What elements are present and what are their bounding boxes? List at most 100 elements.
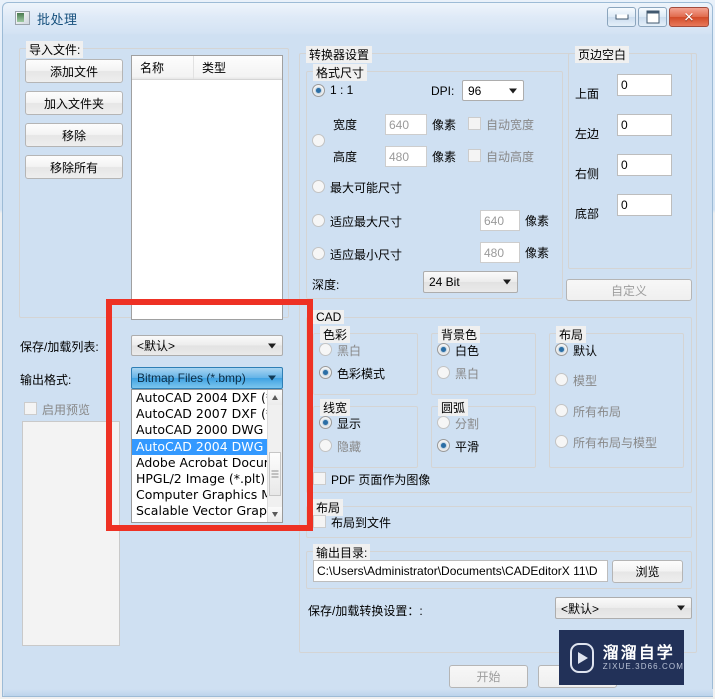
remove-all-button[interactable]: 移除所有 xyxy=(25,155,123,179)
arc-split-radio[interactable] xyxy=(437,416,450,429)
start-button[interactable]: 开始 xyxy=(449,665,528,688)
linewidth-hide-label: 隐藏 xyxy=(337,440,362,454)
ratio-1-1-label: 1 : 1 xyxy=(330,83,354,97)
cad-background-group: 背景色 xyxy=(431,326,536,395)
window-controls: ✕ xyxy=(607,7,709,27)
chevron-down-icon xyxy=(677,605,685,611)
max-possible-size-radio[interactable] xyxy=(312,180,325,193)
depth-combo[interactable]: 24 Bit xyxy=(423,271,518,293)
browse-button[interactable]: 浏览 xyxy=(612,560,683,583)
pdf-page-as-image-checkbox[interactable] xyxy=(313,472,326,485)
watermark: 溜溜自学 ZIXUE.3D66.COM xyxy=(559,630,684,685)
fit-max-size-input[interactable]: 640 xyxy=(480,210,520,231)
background-white-label: 白色 xyxy=(455,344,480,358)
fit-max-size-radio[interactable] xyxy=(312,214,325,227)
converter-settings-legend: 转换器设置 xyxy=(306,46,373,63)
app-icon xyxy=(15,11,30,25)
background-white-radio[interactable] xyxy=(437,343,450,356)
margin-bottom-input[interactable]: 0 xyxy=(617,194,672,216)
margin-top-input[interactable]: 0 xyxy=(617,74,672,96)
file-list[interactable]: 名称 类型 xyxy=(131,55,283,320)
layout-all-and-model-label: 所有布局与模型 xyxy=(573,436,658,450)
color-mode-label: 色彩模式 xyxy=(337,367,386,381)
save-load-settings-combo[interactable]: <默认> xyxy=(555,597,692,619)
dropdown-option[interactable]: Computer Graphics Met xyxy=(132,487,282,503)
scroll-up-icon[interactable] xyxy=(268,390,282,405)
linewidth-hide-radio[interactable] xyxy=(319,439,332,452)
column-header-type[interactable]: 类型 xyxy=(194,56,282,79)
auto-width-label: 自动宽度 xyxy=(486,118,535,132)
fit-min-size-radio[interactable] xyxy=(312,247,325,260)
ratio-1-1-radio[interactable] xyxy=(312,84,325,97)
height-label: 高度 xyxy=(333,150,358,164)
dropdown-option[interactable]: HPGL/2 Image (*.plt) xyxy=(132,471,282,487)
save-load-list-label: 保存/加载列表: xyxy=(20,340,99,354)
dropdown-option[interactable]: Scalable Vector Graphics xyxy=(132,503,282,519)
layout-default-label: 默认 xyxy=(573,344,598,358)
auto-height-checkbox[interactable] xyxy=(468,149,481,162)
watermark-url: ZIXUE.3D66.COM xyxy=(602,661,684,671)
output-directory-legend: 输出目录: xyxy=(313,544,371,561)
width-input[interactable]: 640 xyxy=(385,114,427,135)
height-input[interactable]: 480 xyxy=(385,146,427,167)
cad-color-group: 色彩 xyxy=(313,326,418,395)
margin-right-input[interactable]: 0 xyxy=(617,154,672,176)
layout-model-label: 模型 xyxy=(573,374,598,388)
linewidth-show-radio[interactable] xyxy=(319,416,332,429)
custom-button[interactable]: 自定义 xyxy=(566,279,692,301)
close-button[interactable]: ✕ xyxy=(669,7,709,27)
remove-button[interactable]: 移除 xyxy=(25,123,123,147)
dpi-value: 96 xyxy=(468,83,482,98)
pdf-page-as-image-label: PDF 页面作为图像 xyxy=(331,473,431,487)
layout-all-and-model-radio[interactable] xyxy=(555,435,568,448)
margin-left-input[interactable]: 0 xyxy=(617,114,672,136)
enable-preview-checkbox[interactable] xyxy=(24,402,37,415)
margin-right-label: 右侧 xyxy=(575,167,600,181)
fit-min-size-input[interactable]: 480 xyxy=(480,242,520,263)
window-title: 批处理 xyxy=(37,12,78,27)
cad-arc-legend: 圆弧 xyxy=(438,399,469,416)
custom-size-radio[interactable] xyxy=(312,134,325,147)
linewidth-show-label: 显示 xyxy=(337,417,362,431)
layout-default-radio[interactable] xyxy=(555,343,568,356)
auto-width-checkbox[interactable] xyxy=(468,117,481,130)
output-directory-input[interactable]: C:\Users\Administrator\Documents\CADEdit… xyxy=(313,560,608,582)
layout-to-file-checkbox[interactable] xyxy=(313,515,326,528)
width-unit-label: 像素 xyxy=(432,118,457,132)
background-bw-radio[interactable] xyxy=(437,366,450,379)
arc-smooth-radio[interactable] xyxy=(437,439,450,452)
layout-model-radio[interactable] xyxy=(555,373,568,386)
chevron-down-icon xyxy=(268,343,276,348)
save-load-list-combo[interactable]: <默认> xyxy=(131,335,283,356)
color-mode-radio[interactable] xyxy=(319,366,332,379)
cad-background-legend: 背景色 xyxy=(438,326,481,343)
batch-process-window: 批处理 ✕ 导入文件: 添加文件 加入文件夹 移除 移除所有 名称 类型 保存/… xyxy=(0,0,715,699)
cad-arc-group: 圆弧 xyxy=(431,399,536,468)
dropdown-option[interactable]: AutoCAD 2007 DXF (*.dx xyxy=(132,406,282,422)
column-header-name[interactable]: 名称 xyxy=(132,56,194,79)
maximize-button[interactable] xyxy=(638,7,667,27)
margin-bottom-label: 底部 xyxy=(575,207,600,221)
maximize-icon xyxy=(646,10,659,24)
dropdown-option[interactable]: AutoCAD 2004 DXF (*.dx xyxy=(132,390,282,406)
dropdown-scrollbar[interactable] xyxy=(267,390,282,522)
output-format-combo[interactable]: Bitmap Files (*.bmp) xyxy=(131,367,283,389)
dropdown-option-selected[interactable]: AutoCAD 2004 DWG (*.d xyxy=(132,438,282,455)
output-format-dropdown-list[interactable]: AutoCAD 2004 DXF (*.dx AutoCAD 2007 DXF … xyxy=(131,389,283,523)
dropdown-option[interactable]: AutoCAD 2000 DWG (*.d xyxy=(132,422,282,438)
add-file-button[interactable]: 添加文件 xyxy=(25,59,123,83)
chevron-down-icon xyxy=(503,279,511,285)
color-bw-label: 黑白 xyxy=(337,344,362,358)
add-folder-button[interactable]: 加入文件夹 xyxy=(25,91,123,115)
cad-legend: CAD xyxy=(313,310,345,324)
scroll-down-icon[interactable] xyxy=(268,507,282,522)
margin-left-label: 左边 xyxy=(575,127,600,141)
dpi-combo[interactable]: 96 xyxy=(462,80,524,101)
color-bw-radio[interactable] xyxy=(319,343,332,356)
minimize-button[interactable] xyxy=(607,7,636,27)
watermark-title: 溜溜自学 xyxy=(602,642,675,662)
dropdown-option[interactable]: Adobe Acrobat Docume xyxy=(132,455,282,471)
cad-layout-legend: 布局 xyxy=(556,326,587,343)
scrollbar-thumb[interactable] xyxy=(269,452,281,496)
layout-all-radio[interactable] xyxy=(555,404,568,417)
